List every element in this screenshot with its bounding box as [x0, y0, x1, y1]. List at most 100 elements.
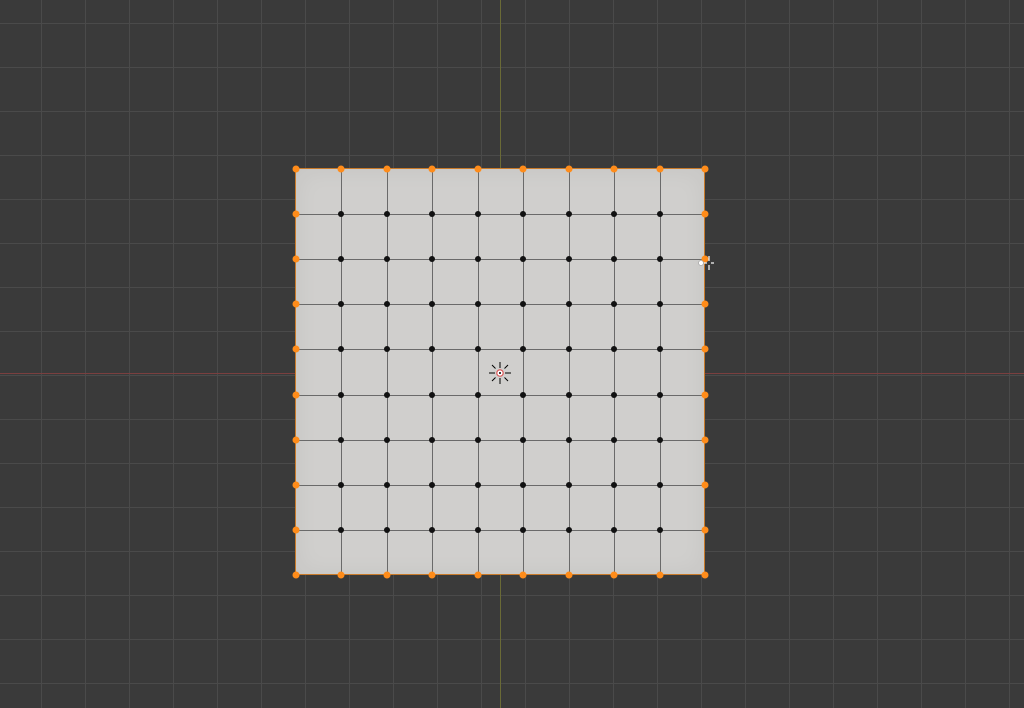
- vertex-selected[interactable]: [702, 391, 709, 398]
- vertex-selected[interactable]: [611, 572, 618, 579]
- vertex-unselected[interactable]: [611, 346, 617, 352]
- vertex-unselected[interactable]: [475, 392, 481, 398]
- vertex-selected[interactable]: [293, 301, 300, 308]
- mesh-edge[interactable]: [296, 440, 705, 441]
- vertex-selected[interactable]: [474, 166, 481, 173]
- vertex-unselected[interactable]: [657, 392, 663, 398]
- vertex-unselected[interactable]: [384, 527, 390, 533]
- vertex-selected[interactable]: [383, 572, 390, 579]
- vertex-unselected[interactable]: [566, 437, 572, 443]
- vertex-unselected[interactable]: [657, 346, 663, 352]
- vertex-unselected[interactable]: [520, 482, 526, 488]
- vertex-selected[interactable]: [429, 166, 436, 173]
- vertex-unselected[interactable]: [566, 527, 572, 533]
- vertex-selected[interactable]: [338, 572, 345, 579]
- vertex-unselected[interactable]: [384, 437, 390, 443]
- mesh-edge[interactable]: [296, 214, 705, 215]
- vertex-unselected[interactable]: [384, 482, 390, 488]
- vertex-unselected[interactable]: [338, 346, 344, 352]
- mesh-edge[interactable]: [296, 259, 705, 260]
- vertex-unselected[interactable]: [611, 301, 617, 307]
- mesh-edge[interactable]: [296, 349, 705, 350]
- vertex-unselected[interactable]: [611, 256, 617, 262]
- vertex-unselected[interactable]: [475, 482, 481, 488]
- vertex-unselected[interactable]: [520, 392, 526, 398]
- vertex-selected[interactable]: [611, 166, 618, 173]
- vertex-selected[interactable]: [702, 166, 709, 173]
- vertex-unselected[interactable]: [657, 256, 663, 262]
- vertex-unselected[interactable]: [475, 211, 481, 217]
- vertex-unselected[interactable]: [475, 301, 481, 307]
- vertex-selected[interactable]: [293, 166, 300, 173]
- vertex-selected[interactable]: [338, 166, 345, 173]
- vertex-unselected[interactable]: [384, 256, 390, 262]
- vertex-unselected[interactable]: [429, 437, 435, 443]
- vertex-unselected[interactable]: [566, 211, 572, 217]
- vertex-unselected[interactable]: [657, 527, 663, 533]
- vertex-selected[interactable]: [383, 166, 390, 173]
- vertex-unselected[interactable]: [338, 482, 344, 488]
- vertex-unselected[interactable]: [611, 392, 617, 398]
- vertex-selected[interactable]: [429, 572, 436, 579]
- vertex-selected[interactable]: [293, 211, 300, 218]
- vertex-unselected[interactable]: [475, 256, 481, 262]
- vertex-selected[interactable]: [565, 166, 572, 173]
- vertex-unselected[interactable]: [429, 392, 435, 398]
- vertex-unselected[interactable]: [611, 211, 617, 217]
- vertex-selected[interactable]: [293, 256, 300, 263]
- vertex-unselected[interactable]: [475, 346, 481, 352]
- vertex-unselected[interactable]: [611, 527, 617, 533]
- vertex-selected[interactable]: [474, 572, 481, 579]
- vertex-unselected[interactable]: [520, 256, 526, 262]
- vertex-unselected[interactable]: [611, 437, 617, 443]
- vertex-unselected[interactable]: [611, 482, 617, 488]
- vertex-unselected[interactable]: [429, 301, 435, 307]
- vertex-selected[interactable]: [702, 526, 709, 533]
- vertex-unselected[interactable]: [657, 211, 663, 217]
- vertex-selected[interactable]: [702, 572, 709, 579]
- mesh-plane[interactable]: [296, 169, 705, 575]
- mesh-edge[interactable]: [296, 395, 705, 396]
- 3d-viewport[interactable]: [0, 0, 1024, 708]
- vertex-unselected[interactable]: [338, 437, 344, 443]
- vertex-unselected[interactable]: [520, 211, 526, 217]
- vertex-selected[interactable]: [656, 166, 663, 173]
- mesh-edge[interactable]: [660, 169, 661, 575]
- vertex-unselected[interactable]: [429, 211, 435, 217]
- vertex-unselected[interactable]: [384, 301, 390, 307]
- vertex-selected[interactable]: [565, 572, 572, 579]
- mesh-edge[interactable]: [569, 169, 570, 575]
- vertex-unselected[interactable]: [520, 437, 526, 443]
- vertex-unselected[interactable]: [384, 346, 390, 352]
- vertex-unselected[interactable]: [475, 437, 481, 443]
- vertex-unselected[interactable]: [429, 346, 435, 352]
- vertex-unselected[interactable]: [475, 527, 481, 533]
- vertex-selected[interactable]: [520, 166, 527, 173]
- vertex-unselected[interactable]: [338, 211, 344, 217]
- vertex-selected[interactable]: [293, 526, 300, 533]
- vertex-unselected[interactable]: [566, 301, 572, 307]
- vertex-unselected[interactable]: [566, 346, 572, 352]
- vertex-unselected[interactable]: [566, 392, 572, 398]
- vertex-selected[interactable]: [702, 481, 709, 488]
- vertex-selected[interactable]: [293, 436, 300, 443]
- vertex-selected[interactable]: [702, 211, 709, 218]
- vertex-unselected[interactable]: [657, 301, 663, 307]
- vertex-selected[interactable]: [702, 436, 709, 443]
- vertex-unselected[interactable]: [429, 482, 435, 488]
- vertex-selected[interactable]: [293, 391, 300, 398]
- vertex-unselected[interactable]: [429, 256, 435, 262]
- mesh-edge[interactable]: [478, 169, 479, 575]
- vertex-selected[interactable]: [293, 572, 300, 579]
- vertex-unselected[interactable]: [520, 346, 526, 352]
- vertex-selected[interactable]: [293, 481, 300, 488]
- mesh-edge[interactable]: [387, 169, 388, 575]
- vertex-unselected[interactable]: [338, 256, 344, 262]
- mesh-edge[interactable]: [296, 530, 705, 531]
- vertex-selected[interactable]: [702, 256, 709, 263]
- mesh-edge[interactable]: [296, 485, 705, 486]
- vertex-unselected[interactable]: [384, 211, 390, 217]
- vertex-unselected[interactable]: [338, 527, 344, 533]
- vertex-unselected[interactable]: [520, 301, 526, 307]
- vertex-selected[interactable]: [656, 572, 663, 579]
